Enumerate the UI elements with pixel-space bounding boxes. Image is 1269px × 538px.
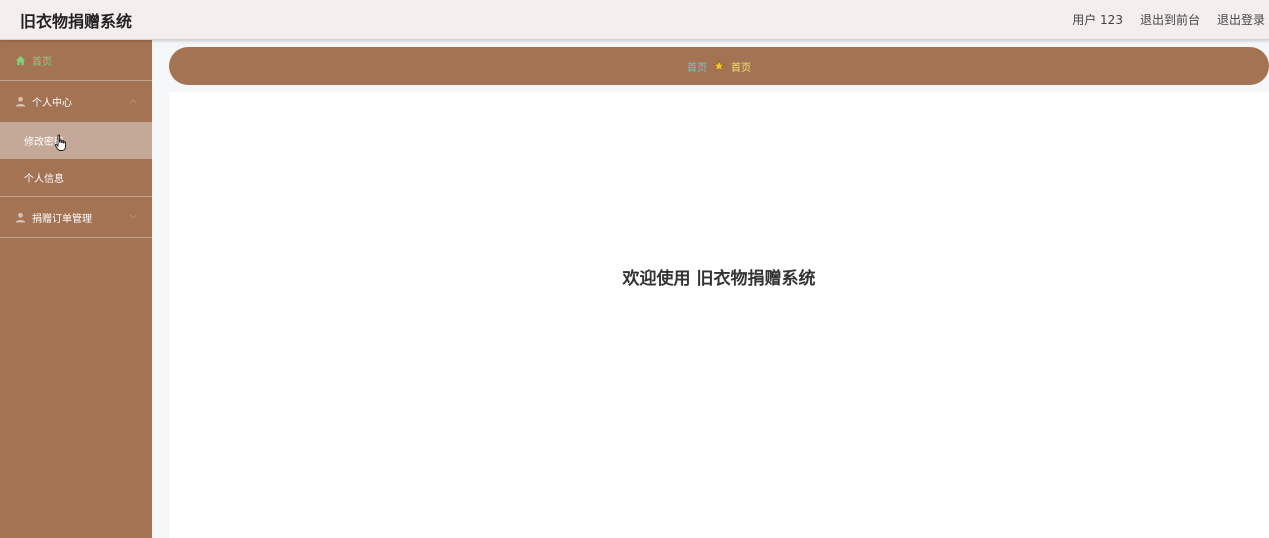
main-panel: 欢迎使用 旧衣物捐赠系统 <box>169 92 1269 538</box>
sidebar-item-label: 首页 <box>32 56 52 68</box>
back-to-front-link[interactable]: 退出到前台 <box>1140 11 1200 28</box>
star-icon <box>713 60 725 72</box>
sidebar-item-home[interactable]: 首页 <box>0 40 152 81</box>
sidebar-item-label: 个人中心 <box>32 98 72 109</box>
breadcrumb: 首页 首页 <box>169 47 1269 85</box>
user-icon <box>13 210 27 224</box>
logout-link[interactable]: 退出登录 <box>1217 11 1265 28</box>
hand-cursor-icon <box>54 134 66 151</box>
content-area: 首页 首页 欢迎使用 旧衣物捐赠系统 <box>152 40 1269 538</box>
sidebar-subitem-change-password[interactable]: 修改密码 <box>0 122 152 159</box>
sidebar-item-label: 捐赠订单管理 <box>32 213 92 225</box>
breadcrumb-home-link[interactable]: 首页 <box>687 59 707 74</box>
top-header: 旧衣物捐赠系统 用户 123 退出到前台 退出登录 <box>0 0 1269 40</box>
breadcrumb-current: 首页 <box>731 62 751 74</box>
welcome-message: 欢迎使用 旧衣物捐赠系统 <box>622 269 816 289</box>
user-label: 用户 123 <box>1072 13 1123 27</box>
chevron-up-icon <box>128 96 138 106</box>
sidebar-item-personal-center[interactable]: 个人中心 <box>0 81 152 122</box>
user-icon <box>13 95 27 109</box>
sidebar-subitem-personal-info[interactable]: 个人信息 <box>0 159 152 196</box>
sidebar-group-personal-center: 个人中心 修改密码 个人信息 <box>0 81 152 197</box>
chevron-down-icon <box>128 212 138 222</box>
header-links: 用户 123 退出到前台 退出登录 <box>1072 11 1265 28</box>
sidebar: 首页 个人中心 修改密码 个人信息 捐赠订单管理 <box>0 40 152 538</box>
sidebar-item-donation-orders[interactable]: 捐赠订单管理 <box>0 197 152 238</box>
home-icon <box>13 53 27 67</box>
app-title: 旧衣物捐赠系统 <box>20 12 133 31</box>
